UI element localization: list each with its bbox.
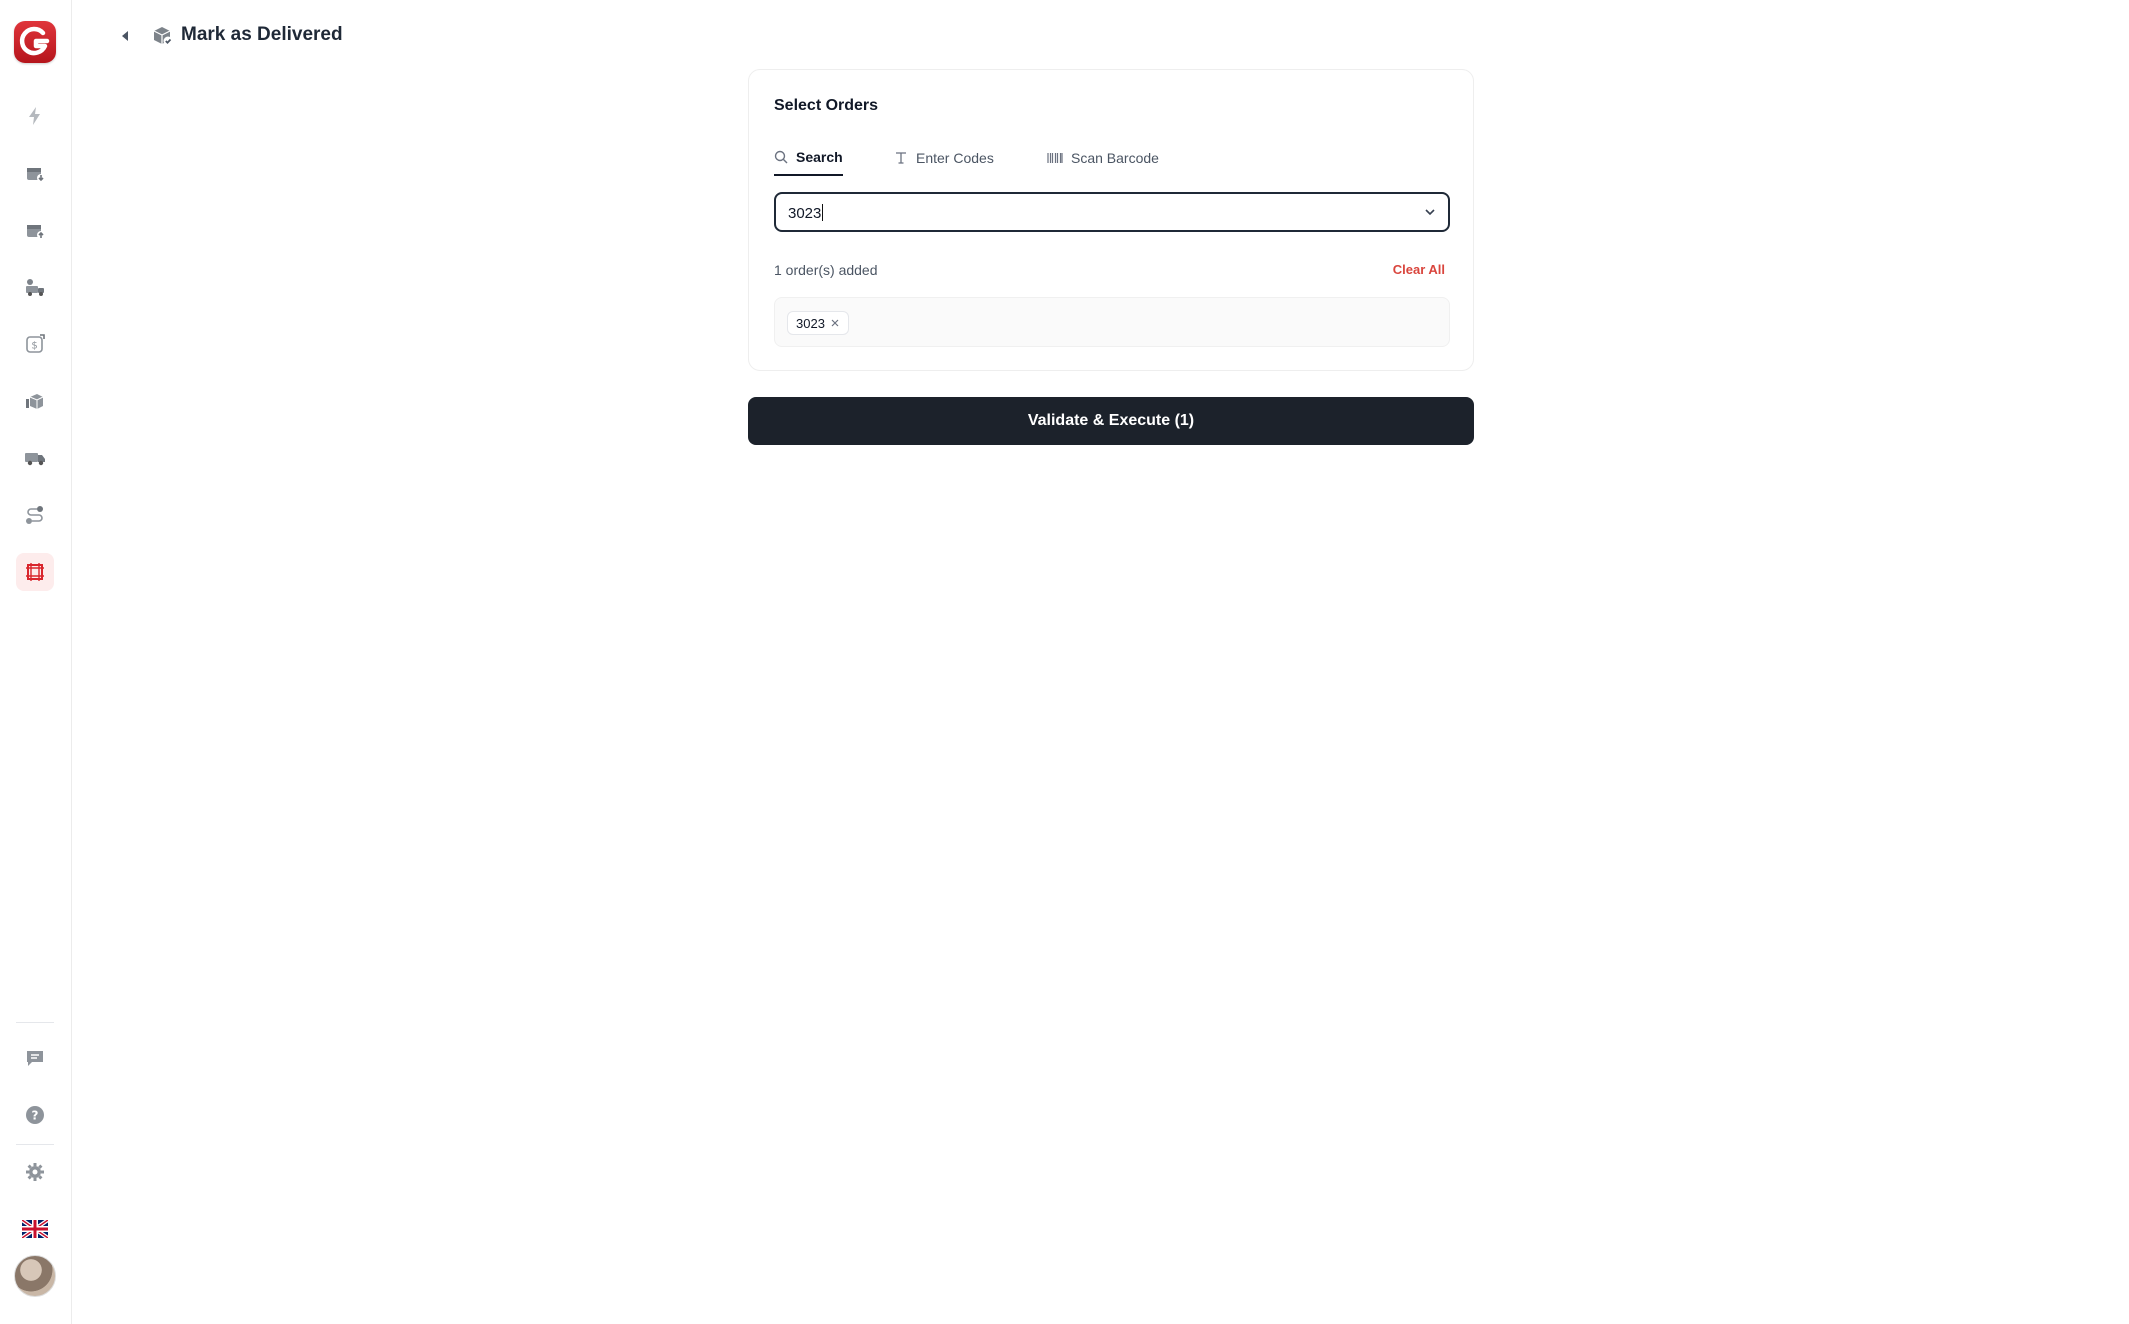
order-search-input[interactable]: 3023 [774,192,1450,232]
orders-added-count: 1 order(s) added [774,262,878,278]
sidebar-item-help[interactable]: ? [16,1096,54,1134]
search-input-value: 3023 [788,204,824,222]
user-avatar[interactable] [14,1255,56,1297]
clear-all-button[interactable]: Clear All [1393,262,1445,277]
settings-icon [26,1163,44,1181]
app-logo[interactable] [14,21,56,63]
packages-icon [26,394,44,409]
sidebar-item-messages[interactable] [16,1039,54,1077]
search-icon [774,150,788,164]
selected-orders-list: 3023 [774,297,1450,347]
tab-scan-barcode[interactable]: Scan Barcode [1047,140,1159,176]
chevron-down-icon[interactable] [1422,204,1438,220]
order-chip-label: 3023 [796,315,825,331]
sidebar-item-active-tool[interactable] [16,553,54,591]
sidebar-item-delivery[interactable] [16,268,54,306]
svg-text:$: $ [31,341,37,352]
page-title: Mark as Delivered [181,24,343,45]
svg-text:?: ? [32,1109,39,1123]
sidebar-item-routes[interactable] [16,496,54,534]
help-icon: ? [26,1106,44,1124]
sidebar-item-cod[interactable]: $ [16,325,54,363]
package-check-icon [153,27,173,46]
card-title: Select Orders [774,97,879,114]
uk-flag-icon [22,1220,48,1238]
box-in-icon [27,168,45,182]
shipping-truck-icon [25,453,45,466]
sidebar: $ ? [0,0,72,1324]
lightning-icon [29,107,40,125]
tab-label: Enter Codes [916,150,994,166]
sidebar-divider [16,1022,54,1023]
back-arrow-icon[interactable] [116,26,136,46]
route-icon [26,506,43,524]
validate-execute-button[interactable]: Validate & Execute (1) [748,397,1474,445]
sidebar-item-outbound[interactable] [16,211,54,249]
delivery-truck-icon [26,279,44,296]
sidebar-divider [16,1144,54,1145]
order-chip: 3023 [787,311,849,335]
chat-icon [27,1051,43,1066]
tab-label: Search [796,149,843,165]
select-orders-card: Select Orders Search Enter Codes Scan Ba… [748,69,1474,371]
crop-frame-icon [26,563,44,581]
sidebar-item-packages[interactable] [16,382,54,420]
cash-icon: $ [26,334,45,353]
sidebar-item-inbound[interactable] [16,154,54,192]
tab-search[interactable]: Search [774,140,843,176]
tab-enter-codes[interactable]: Enter Codes [894,140,994,176]
logo-g-icon [19,26,50,56]
text-caret [822,204,824,221]
sidebar-item-shipping[interactable] [16,439,54,477]
sidebar-item-language[interactable] [16,1210,54,1248]
page-header: Mark as Delivered [71,0,2129,72]
barcode-icon [1047,153,1063,163]
box-out-icon [27,225,45,239]
remove-chip-icon[interactable] [830,318,840,328]
text-cursor-icon [896,152,906,164]
sidebar-item-settings[interactable] [16,1153,54,1191]
tab-label: Scan Barcode [1071,150,1159,166]
sidebar-item-quick-actions[interactable] [16,97,54,135]
